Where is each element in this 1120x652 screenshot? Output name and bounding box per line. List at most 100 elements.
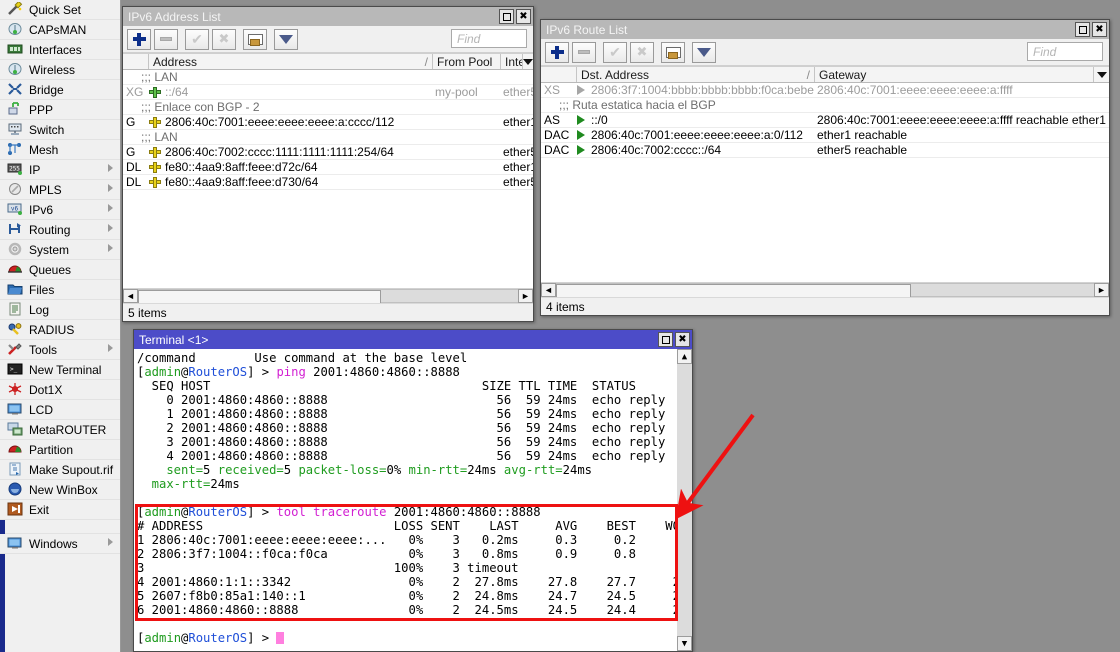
col-from-pool[interactable]: From Pool bbox=[433, 54, 501, 69]
scroll-track[interactable] bbox=[556, 283, 1094, 297]
table-row[interactable]: DLfe80::4aa9:8aff:feee:d72c/64ether1 bbox=[123, 160, 533, 175]
sidebar-item-radius[interactable]: RADIUS bbox=[0, 320, 120, 340]
chevron-right-icon bbox=[108, 184, 113, 192]
scroll-down-button[interactable]: ▼ bbox=[677, 636, 692, 651]
scroll-track[interactable] bbox=[677, 364, 692, 636]
add-button[interactable] bbox=[545, 42, 569, 63]
close-icon[interactable]: ✖ bbox=[675, 332, 690, 347]
terminal-titlebar[interactable]: Terminal <1> ✖ bbox=[134, 330, 692, 349]
col-interface[interactable]: Interf bbox=[501, 54, 523, 69]
sidebar-item-bridge[interactable]: Bridge bbox=[0, 80, 120, 100]
table-row[interactable]: ;;; LAN bbox=[123, 130, 533, 145]
sidebar-item-quick-set[interactable]: Quick Set bbox=[0, 0, 120, 20]
remove-button[interactable] bbox=[572, 42, 596, 63]
sidebar-item-new-terminal[interactable]: >_New Terminal bbox=[0, 360, 120, 380]
table-row[interactable]: AS::/02806:40c:7001:eeee:eeee:eeee:a:fff… bbox=[541, 113, 1109, 128]
table-row[interactable]: XG::/64my-poolether5 bbox=[123, 85, 533, 100]
close-icon[interactable]: ✖ bbox=[516, 9, 531, 24]
column-chooser-button[interactable] bbox=[523, 54, 533, 69]
sidebar-item-new-winbox[interactable]: New WinBox bbox=[0, 480, 120, 500]
terminal-window[interactable]: Terminal <1> ✖ /command Use command at t… bbox=[133, 329, 693, 652]
scroll-track[interactable] bbox=[138, 289, 518, 303]
maximize-button[interactable] bbox=[499, 9, 514, 24]
sidebar-item-wireless[interactable]: Wireless bbox=[0, 60, 120, 80]
filter-button[interactable] bbox=[274, 29, 298, 50]
sidebar-item-switch[interactable]: Switch bbox=[0, 120, 120, 140]
search-input[interactable]: Find bbox=[451, 29, 527, 48]
col-gateway[interactable]: Gateway bbox=[815, 67, 1094, 82]
row-flags: DAC bbox=[541, 143, 577, 157]
chevron-right-icon bbox=[108, 164, 113, 172]
winbox-sidebar-menu: Quick Set CAPsMAN InterfacesWirelessBridge… bbox=[0, 0, 121, 652]
terminal-output-area[interactable]: /command Use command at the base level[a… bbox=[134, 349, 692, 651]
sidebar-item-ppp[interactable]: PPP bbox=[0, 100, 120, 120]
scroll-thumb[interactable] bbox=[138, 290, 381, 304]
sidebar-menu-list: Quick Set CAPsMAN InterfacesWirelessBridge… bbox=[0, 0, 120, 520]
table-row[interactable]: ;;; LAN bbox=[123, 70, 533, 85]
address-window-titlebar[interactable]: IPv6 Address List ✖ bbox=[123, 7, 533, 26]
scroll-left-button[interactable]: ◄ bbox=[541, 283, 556, 297]
maximize-button[interactable] bbox=[658, 332, 673, 347]
comment-button[interactable] bbox=[661, 42, 685, 63]
col-flags[interactable] bbox=[541, 67, 577, 82]
search-input[interactable]: Find bbox=[1027, 42, 1103, 61]
sidebar-item-system[interactable]: System bbox=[0, 240, 120, 260]
scroll-right-button[interactable]: ► bbox=[1094, 283, 1109, 297]
ipv6-route-list-window[interactable]: IPv6 Route List ✖ ✔ ✖ bbox=[540, 19, 1110, 316]
column-chooser-button[interactable] bbox=[1094, 67, 1109, 82]
table-row[interactable]: DAC2806:40c:7002:cccc::/64ether5 reachab… bbox=[541, 143, 1109, 158]
sidebar-item-partition[interactable]: Partition bbox=[0, 440, 120, 460]
scroll-left-button[interactable]: ◄ bbox=[123, 289, 138, 303]
filter-button[interactable] bbox=[692, 42, 716, 63]
table-row[interactable]: ;;; Enlace con BGP - 2 bbox=[123, 100, 533, 115]
row-address-cell: fe80::4aa9:8aff:feee:d730/64 bbox=[149, 175, 433, 189]
table-row[interactable]: G2806:40c:7001:eeee:eeee:eeee:a:cccc/112… bbox=[123, 115, 533, 130]
scroll-thumb[interactable] bbox=[556, 284, 911, 298]
disable-button[interactable]: ✖ bbox=[630, 42, 654, 63]
table-row[interactable]: DAC2806:40c:7001:eeee:eeee:eeee:a:0/112e… bbox=[541, 128, 1109, 143]
sidebar-item-mesh[interactable]: Mesh bbox=[0, 140, 120, 160]
disable-button[interactable]: ✖ bbox=[212, 29, 236, 50]
enable-button[interactable]: ✔ bbox=[603, 42, 627, 63]
col-dst-address[interactable]: Dst. Address bbox=[577, 67, 815, 82]
sidebar-item-ipv6[interactable]: v6IPv6 bbox=[0, 200, 120, 220]
sidebar-item-interfaces[interactable]: Interfaces bbox=[0, 40, 120, 60]
sidebar-item-capsman[interactable]: CAPsMAN bbox=[0, 20, 120, 40]
scroll-right-button[interactable]: ► bbox=[518, 289, 533, 303]
terminal-segment: 24ms bbox=[563, 463, 592, 477]
sidebar-item-queues[interactable]: Queues bbox=[0, 260, 120, 280]
sidebar-item-label: Log bbox=[29, 303, 49, 317]
route-window-titlebar[interactable]: IPv6 Route List ✖ bbox=[541, 20, 1109, 39]
sidebar-item-routing[interactable]: Routing bbox=[0, 220, 120, 240]
maximize-button[interactable] bbox=[1075, 22, 1090, 37]
sidebar-item-mpls[interactable]: MPLS bbox=[0, 180, 120, 200]
enable-button[interactable]: ✔ bbox=[185, 29, 209, 50]
address-horizontal-scrollbar[interactable]: ◄ ► bbox=[123, 288, 533, 303]
close-icon[interactable]: ✖ bbox=[1092, 22, 1107, 37]
table-row[interactable]: G2806:40c:7002:cccc:1111:1111:1111:254/6… bbox=[123, 145, 533, 160]
sidebar-item-tools[interactable]: Tools bbox=[0, 340, 120, 360]
route-horizontal-scrollbar[interactable]: ◄ ► bbox=[541, 282, 1109, 297]
sidebar-item-lcd[interactable]: LCD bbox=[0, 400, 120, 420]
sidebar-item-label: CAPsMAN bbox=[29, 23, 86, 37]
sidebar-item-make-supout-rif[interactable]: Make Supout.rif bbox=[0, 460, 120, 480]
sidebar-item-files[interactable]: Files bbox=[0, 280, 120, 300]
ipv6-address-list-window[interactable]: IPv6 Address List ✖ ✔ ✖ bbox=[122, 6, 534, 322]
sidebar-item-metarouter[interactable]: MetaROUTER bbox=[0, 420, 120, 440]
table-row[interactable]: XS2806:3f7:1004:bbbb:bbbb:bbbb:f0ca:bebe… bbox=[541, 83, 1109, 98]
scroll-up-button[interactable]: ▲ bbox=[677, 349, 692, 364]
sidebar-item-windows[interactable]: Windows bbox=[0, 534, 120, 554]
col-flags[interactable] bbox=[123, 54, 149, 69]
sidebar-item-dot1x[interactable]: Dot1X bbox=[0, 380, 120, 400]
remove-button[interactable] bbox=[154, 29, 178, 50]
table-row[interactable]: DLfe80::4aa9:8aff:feee:d730/64ether5 bbox=[123, 175, 533, 190]
sidebar-item-exit[interactable]: Exit bbox=[0, 500, 120, 520]
terminal-vertical-scrollbar[interactable]: ▲ ▼ bbox=[677, 349, 692, 651]
comment-button[interactable] bbox=[243, 29, 267, 50]
table-row[interactable]: ;;; Ruta estatica hacia el BGP bbox=[541, 98, 1109, 113]
add-button[interactable] bbox=[127, 29, 151, 50]
sidebar-item-ip[interactable]: 255IP bbox=[0, 160, 120, 180]
address-icon-green bbox=[149, 87, 161, 98]
sidebar-item-log[interactable]: Log bbox=[0, 300, 120, 320]
col-address[interactable]: Address bbox=[149, 54, 433, 69]
